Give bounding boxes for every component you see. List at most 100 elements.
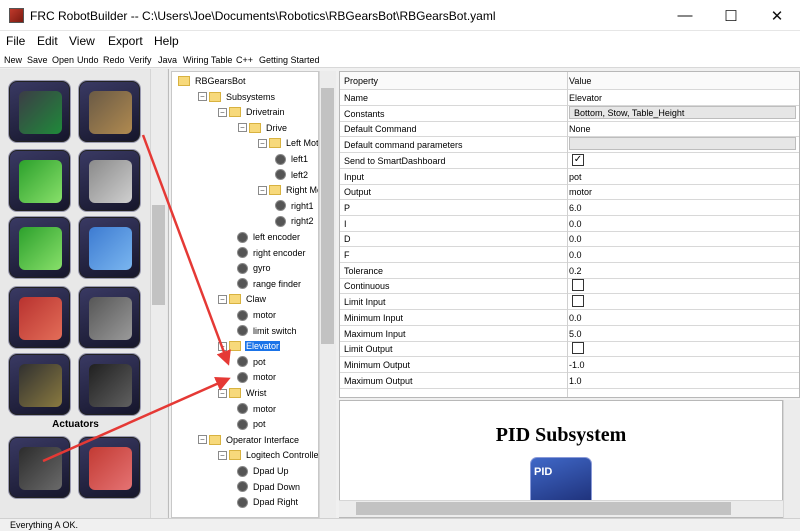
property-row[interactable]: Output motor [340,184,799,201]
cpp-button[interactable]: C++ [236,55,253,65]
tree-node[interactable]: pot [238,355,267,369]
potentiometer-tile[interactable] [78,80,141,143]
property-value[interactable]: 0.0 [569,313,582,323]
property-row[interactable]: Send to SmartDashboard [340,153,799,169]
control-board-tile[interactable] [78,353,141,416]
tree-node[interactable]: left2 [276,168,309,182]
property-row[interactable]: Maximum Output 1.0 [340,373,799,389]
tree-node[interactable]: – Drivetrain [218,105,286,119]
motor-controller-tile[interactable] [8,436,71,499]
property-row[interactable]: F 0.0 [340,247,799,263]
property-value-button[interactable]: Bottom, Stow, Table_Height [569,105,796,119]
tree-node[interactable]: motor [238,402,277,416]
controller-board-tile[interactable] [8,286,71,349]
save-button[interactable]: Save [27,55,48,65]
getting-started-button[interactable]: Getting Started [259,55,320,65]
menu-help[interactable]: Help [154,34,179,48]
collapse-toggle-icon[interactable]: – [238,123,247,133]
tree-node[interactable]: right2 [276,214,315,228]
property-row[interactable]: Limit Output [340,341,799,358]
open-button[interactable]: Open [52,55,74,65]
tree-node[interactable]: – Right Motor [258,183,318,197]
property-value-button[interactable] [569,137,796,151]
wiring-table-button[interactable]: Wiring Table [183,55,232,65]
tree-node[interactable]: left encoder [238,230,301,244]
property-row[interactable]: Limit Input [340,294,799,311]
limit-switch-tile[interactable] [78,149,141,212]
motor-encoder-tile[interactable] [78,286,141,349]
menu-file[interactable]: File [6,34,25,48]
tree-node[interactable]: – Left Motor [258,136,318,150]
property-value[interactable]: 5.0 [569,329,582,339]
tree-node[interactable]: Dpad Down [238,480,301,494]
property-row[interactable]: Input pot [340,169,799,185]
collapse-toggle-icon[interactable]: – [258,138,267,148]
property-value[interactable]: 0.0 [569,219,582,229]
tree-node[interactable]: pot [238,417,267,431]
property-value[interactable]: -1.0 [569,360,585,370]
red-relay-tile[interactable] [78,436,141,499]
collapse-toggle-icon[interactable]: – [218,450,227,460]
collapse-toggle-icon[interactable]: – [198,92,207,102]
menu-edit[interactable]: Edit [37,34,58,48]
analog-sine-tile[interactable] [8,149,71,212]
tree-node[interactable]: limit switch [238,324,298,338]
palette-scroll-thumb[interactable] [152,205,165,305]
property-checkbox[interactable] [572,342,584,355]
undo-button[interactable]: Undo [77,55,99,65]
collapse-toggle-icon[interactable]: – [258,185,267,195]
property-row[interactable]: I 0.0 [340,216,799,232]
property-row[interactable]: Maximum Input 5.0 [340,326,799,342]
property-row[interactable]: Minimum Output -1.0 [340,357,799,373]
tree-node[interactable]: – Subsystems [198,90,276,104]
property-row[interactable]: Continuous [340,278,799,295]
tree-node[interactable]: motor [238,370,277,384]
collapse-toggle-icon[interactable]: – [218,388,227,398]
property-value[interactable]: Elevator [569,93,602,103]
property-value[interactable]: 0.0 [569,250,582,260]
property-checkbox[interactable]: ✓ [572,153,584,166]
tree-node[interactable]: – Logitech Controller [218,448,318,462]
menu-view[interactable]: View [69,34,95,48]
verify-button[interactable]: Verify [129,55,152,65]
maximize-button[interactable]: ☐ [708,0,754,31]
tree-node[interactable]: – Wrist [218,386,267,400]
property-checkbox[interactable] [572,279,584,292]
gear-sensor-tile[interactable] [8,80,71,143]
tree-node[interactable]: – Operator Interface [198,433,300,447]
help-scrollbar[interactable] [783,400,800,518]
property-row[interactable]: D 0.0 [340,231,799,248]
tree-node[interactable]: – Drive [238,121,288,135]
tree-node[interactable]: motor [238,308,277,322]
tree-node[interactable]: Dpad Right [238,495,299,509]
property-row[interactable]: Tolerance 0.2 [340,263,799,279]
ultrasonic-tile[interactable] [78,216,141,279]
collapse-toggle-icon[interactable]: – [198,435,207,445]
close-button[interactable]: ✕ [754,0,800,31]
property-value[interactable]: motor [569,187,592,197]
collapse-toggle-icon[interactable]: – [218,294,227,304]
tree-node[interactable]: gyro [238,261,272,275]
property-value[interactable]: None [569,124,591,134]
property-row[interactable]: Name Elevator [340,90,799,106]
property-value[interactable]: 0.0 [569,234,582,244]
tree-node[interactable]: – Elevator [218,339,281,353]
minimize-button[interactable]: — [662,0,708,31]
property-value[interactable]: 6.0 [569,203,582,213]
tree-node[interactable]: right encoder [238,246,307,260]
redo-button[interactable]: Redo [103,55,125,65]
menu-export[interactable]: Export [108,34,143,48]
tree-node[interactable]: left1 [276,152,309,166]
tree-node[interactable]: range finder [238,277,302,291]
property-value[interactable]: pot [569,172,582,182]
tree-node[interactable]: – Claw [218,292,267,306]
new-button[interactable]: New [4,55,22,65]
tree-scroll-thumb[interactable] [321,88,334,344]
tree-node[interactable]: Dpad Up [238,464,290,478]
property-row[interactable]: Minimum Input 0.0 [340,310,799,326]
tree-node[interactable]: right1 [276,199,315,213]
collapse-toggle-icon[interactable]: – [218,341,227,351]
property-row[interactable]: P 6.0 [340,200,799,216]
property-value[interactable]: 1.0 [569,376,582,386]
collapse-toggle-icon[interactable]: – [218,107,227,117]
